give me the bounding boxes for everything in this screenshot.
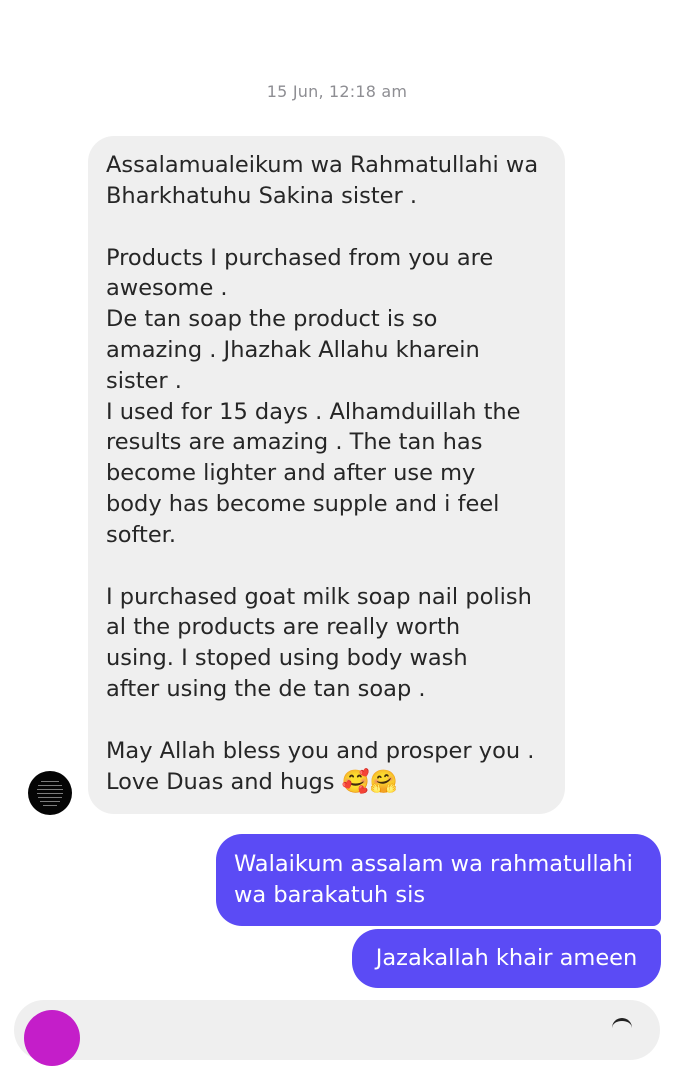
camera-icon[interactable] — [612, 1018, 632, 1033]
outgoing-message-bubble-1[interactable]: Walaikum assalam wa rahmatullahi wa bara… — [216, 834, 661, 926]
outgoing-message-bubble-2[interactable]: Jazakallah khair ameen — [352, 929, 661, 988]
incoming-message-spacer-3 — [106, 705, 547, 736]
incoming-message-text-4: May Allah bless you and prosper you . Lo… — [106, 737, 535, 795]
incoming-message-bubble[interactable]: Assalamualeikum wa Rahmatullahi wa Bhark… — [88, 136, 565, 814]
outgoing-message-text-2: Jazakallah khair ameen — [375, 945, 638, 971]
incoming-message-text-3: I purchased goat milk soap nail polish a… — [106, 583, 532, 702]
incoming-message-spacer-2 — [106, 551, 547, 582]
message-timestamp: 15 Jun, 12:18 am — [266, 82, 408, 101]
incoming-message-text-2: Products I purchased from you are awesom… — [106, 244, 521, 548]
outgoing-message-text-1: Walaikum assalam wa rahmatullahi wa bara… — [234, 851, 633, 908]
message-composer[interactable] — [14, 1000, 660, 1060]
incoming-message-spacer-1 — [106, 212, 547, 243]
incoming-message-text-1: Assalamualeikum wa Rahmatullahi wa Bhark… — [106, 152, 539, 209]
sender-avatar[interactable] — [28, 771, 72, 815]
composer-avatar-icon[interactable] — [24, 1010, 80, 1066]
